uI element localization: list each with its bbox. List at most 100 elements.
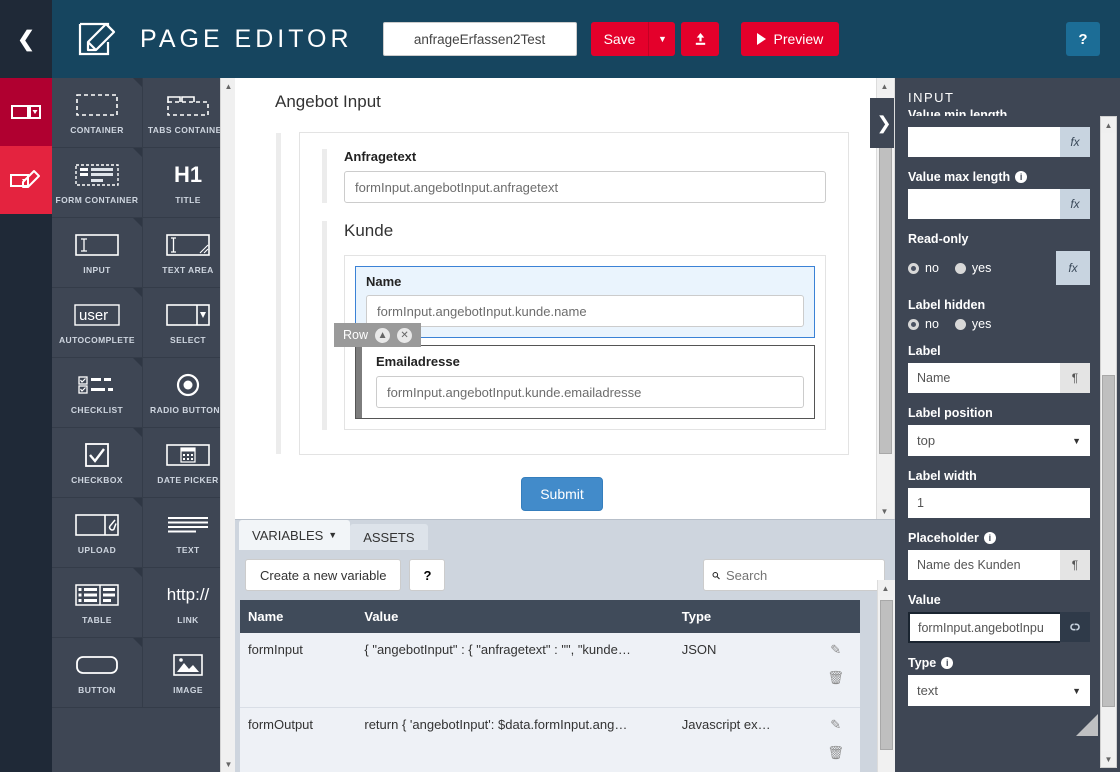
pencil-icon[interactable]: ✎	[819, 642, 852, 658]
properties-scrollbar[interactable]: ▲ ▼	[1100, 116, 1117, 768]
image-mountain-icon	[173, 650, 203, 680]
back-button[interactable]: ❮	[0, 0, 52, 78]
save-button[interactable]: Save	[590, 22, 649, 56]
fx-button-readonly[interactable]: fx	[1056, 251, 1090, 285]
fx-button-max-length[interactable]: fx	[1060, 189, 1090, 219]
tab-assets[interactable]: ASSETS	[350, 524, 428, 550]
scroll-down-arrow[interactable]: ▼	[221, 756, 235, 772]
label-hidden-radio-yes[interactable]: yes	[954, 317, 991, 331]
canvas-scroll-thumb[interactable]	[879, 114, 892, 454]
chain-link-icon[interactable]	[1060, 612, 1090, 642]
palette-item-container[interactable]: CONTAINER	[52, 78, 143, 148]
variables-scroll-up-arrow[interactable]: ▲	[878, 580, 893, 596]
form-container-widget[interactable]: Anfragetext Kunde Name Row	[276, 132, 849, 455]
pilcrow-icon[interactable]: ¶	[1060, 550, 1090, 580]
row-drag-handle[interactable]	[356, 346, 362, 418]
placeholder-field[interactable]: ¶	[908, 550, 1090, 580]
palette-item-upload[interactable]: UPLOAD	[52, 498, 143, 568]
kunde-section[interactable]: Kunde Name Row ▲ ✕	[322, 221, 826, 430]
kunde-container[interactable]: Name Row ▲ ✕ Emailadresse	[334, 255, 826, 430]
readonly-radio-yes[interactable]: yes	[954, 261, 991, 275]
create-variable-button[interactable]: Create a new variable	[245, 559, 402, 591]
canvas-scroll-down-arrow[interactable]: ▼	[877, 503, 892, 519]
containers-rail-item[interactable]	[0, 78, 52, 146]
palette-item-form-container[interactable]: FORM CONTAINER	[52, 148, 143, 218]
variables-help-button[interactable]: ?	[409, 559, 446, 591]
palette-item-button[interactable]: BUTTON	[52, 638, 143, 708]
placeholder-input[interactable]	[908, 550, 1060, 580]
value-input[interactable]	[908, 612, 1060, 643]
panel-collapse-toggle[interactable]: ❯	[870, 98, 894, 148]
preview-button[interactable]: Preview	[741, 22, 840, 56]
label-input[interactable]	[908, 363, 1060, 393]
variables-scroll-thumb[interactable]	[880, 600, 893, 750]
properties-scroll-up-arrow[interactable]: ▲	[1101, 117, 1116, 133]
submit-button[interactable]: Submit	[521, 477, 603, 511]
palette-item-input[interactable]: INPUT	[52, 218, 143, 288]
trash-icon[interactable]: 🗑	[819, 670, 852, 686]
form-widgets-rail-item[interactable]	[0, 146, 52, 214]
type-wrap: text ▼	[908, 675, 1090, 706]
label-position-wrap: top ▼	[908, 425, 1090, 456]
form-container-drag-handle[interactable]	[276, 133, 281, 454]
variables-search-box[interactable]	[703, 559, 885, 591]
properties-panel-title: INPUT	[908, 90, 955, 105]
table-row[interactable]: formInput { "angebotInput" : { "anfraget…	[240, 633, 860, 708]
label-field[interactable]: ¶	[908, 363, 1090, 393]
palette-label: SELECT	[170, 335, 206, 345]
remove-circle-icon[interactable]: ✕	[397, 327, 413, 343]
section-drag-handle[interactable]	[322, 221, 327, 430]
info-icon[interactable]: i	[941, 657, 954, 669]
tab-variables[interactable]: VARIABLES ▼	[239, 520, 351, 550]
label-hidden-radio-no[interactable]: no	[908, 317, 939, 331]
palette-item-autocomplete[interactable]: user AUTOCOMPLETE	[52, 288, 143, 358]
label-width-field[interactable]	[908, 488, 1090, 518]
publish-button[interactable]	[681, 22, 720, 56]
variables-table: Name Value Type formInput { "angebotInpu…	[240, 600, 860, 772]
value-max-length-field[interactable]: fx	[908, 189, 1090, 219]
variables-search-input[interactable]	[726, 567, 876, 583]
label-width-input[interactable]	[908, 488, 1090, 518]
name-input[interactable]	[366, 295, 804, 327]
table-row[interactable]: formOutput return { 'angebotInput': $dat…	[240, 707, 860, 772]
value-min-length-input[interactable]	[908, 127, 1060, 157]
palette-label: RADIO BUTTONS	[150, 405, 226, 415]
panel-resize-grip[interactable]	[1076, 714, 1098, 736]
help-button[interactable]: ?	[1066, 22, 1100, 56]
palette-item-checkbox[interactable]: CHECKBOX	[52, 428, 143, 498]
value-max-length-input[interactable]	[908, 189, 1060, 219]
value-max-length-label: Value max length i	[908, 170, 1090, 184]
label-position-select[interactable]: top	[908, 425, 1090, 456]
properties-scroll-thumb[interactable]	[1102, 375, 1115, 707]
value-field[interactable]	[908, 612, 1090, 643]
field-drag-handle[interactable]	[322, 149, 327, 203]
palette-item-table[interactable]: TABLE	[52, 568, 143, 638]
emailadresse-input[interactable]	[376, 376, 804, 408]
label-field-label: Label	[908, 344, 941, 358]
preview-label: Preview	[773, 31, 824, 47]
palette-label: TEXT	[176, 545, 200, 555]
palette-scrollbar[interactable]: ▲ ▼	[220, 78, 235, 772]
type-select[interactable]: text	[908, 675, 1090, 706]
trash-icon[interactable]: 🗑	[819, 745, 852, 761]
pencil-icon[interactable]: ✎	[819, 717, 852, 733]
palette-label: FORM CONTAINER	[55, 195, 139, 205]
info-icon[interactable]: i	[983, 532, 996, 544]
anfragetext-input[interactable]	[344, 171, 826, 203]
scroll-up-arrow[interactable]: ▲	[221, 78, 235, 94]
properties-scroll-down-arrow[interactable]: ▼	[1101, 751, 1116, 767]
page-name-input[interactable]	[382, 22, 577, 56]
selected-row-name[interactable]: Name Row ▲ ✕	[334, 266, 815, 347]
save-dropdown-button[interactable]: ▼	[648, 22, 676, 56]
field-anfragetext[interactable]: Anfragetext	[322, 149, 826, 203]
move-up-icon[interactable]: ▲	[375, 327, 391, 343]
value-min-length-field[interactable]: fx	[908, 127, 1090, 157]
readonly-radio-no[interactable]: no	[908, 261, 939, 275]
row-emailadresse[interactable]: Emailadresse	[355, 345, 815, 419]
pilcrow-icon[interactable]: ¶	[1060, 363, 1090, 393]
info-icon[interactable]: i	[1015, 171, 1028, 183]
fx-button-min-length[interactable]: fx	[1060, 127, 1090, 157]
canvas-scroll-up-arrow[interactable]: ▲	[877, 78, 892, 94]
variables-scrollbar[interactable]: ▲ ▼	[877, 580, 895, 772]
palette-item-checklist[interactable]: CHECKLIST	[52, 358, 143, 428]
